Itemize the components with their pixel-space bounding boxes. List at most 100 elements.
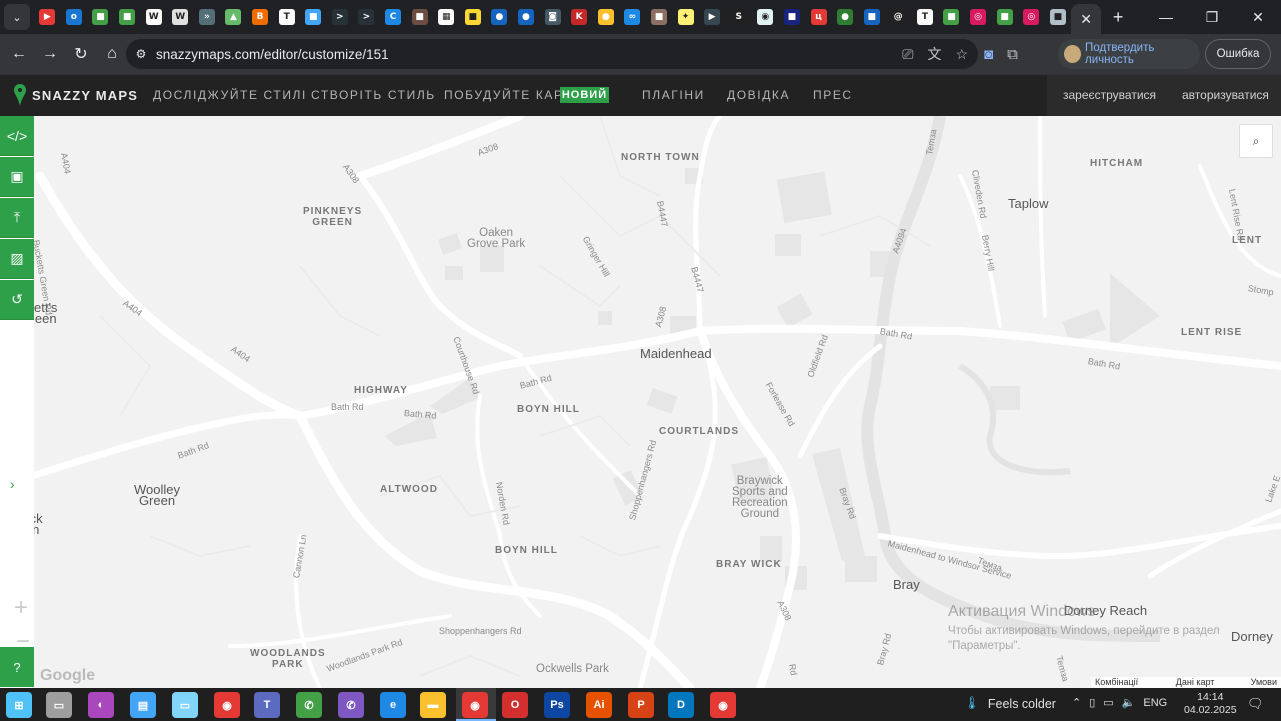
site-info-icon[interactable]: ⚙ — [126, 47, 156, 61]
nav-explore-styles[interactable]: ДОСЛІДЖУЙТЕ СТИЛІ — [153, 88, 307, 102]
extensions-puzzle-icon[interactable]: ⧉ — [1007, 46, 1018, 63]
pinned-tab[interactable]: T — [273, 4, 300, 30]
copilot-icon[interactable]: ◐ — [88, 692, 114, 718]
site-logo[interactable]: SNAZZY MAPS — [14, 84, 138, 106]
pinned-tab[interactable]: @ — [885, 4, 912, 30]
powerpoint-icon[interactable]: P — [628, 692, 654, 718]
clock[interactable]: 14:14 04.02.2025 — [1184, 691, 1237, 717]
pinned-tab[interactable]: ■ — [1045, 4, 1072, 30]
pinned-tab[interactable]: W — [140, 4, 167, 30]
nav-plugins[interactable]: ПЛАГІНИ — [642, 88, 705, 102]
register-link[interactable]: зареєструватися — [1063, 88, 1156, 102]
image-icon[interactable]: ▨ — [0, 239, 34, 279]
pinned-tab[interactable]: ■ — [87, 4, 114, 30]
pinned-tab[interactable]: ◎ — [965, 4, 992, 30]
reload-icon[interactable]: ↻ — [66, 39, 96, 69]
task-view-icon[interactable]: ▭ — [46, 692, 72, 718]
pinned-tab[interactable]: ■ — [300, 4, 327, 30]
pinned-tab[interactable]: ∞ — [619, 4, 646, 30]
sync-extension-icon[interactable]: ◙ — [984, 46, 993, 63]
pinned-tab[interactable]: ■ — [858, 4, 885, 30]
device-icon[interactable]: ▯ — [1089, 696, 1095, 709]
nav-press[interactable]: ПРЕС — [813, 88, 853, 102]
opera-icon[interactable]: O — [502, 692, 528, 718]
pinned-tab[interactable]: ■ — [991, 4, 1018, 30]
pinned-tab[interactable]: > — [353, 4, 380, 30]
nav-help[interactable]: ДОВІДКА — [727, 88, 790, 102]
pinned-tab[interactable]: ■ — [779, 4, 806, 30]
pinned-tab[interactable]: ■ — [938, 4, 965, 30]
notifications-icon[interactable]: 🗨 — [1247, 696, 1264, 712]
pinned-tab[interactable]: ✦ — [672, 4, 699, 30]
pinned-tab[interactable]: ▦ — [433, 4, 460, 30]
viber-icon[interactable]: ✆ — [338, 692, 364, 718]
nav-create-style[interactable]: СТВОРІТЬ СТИЛЬ — [311, 88, 436, 102]
folder-icon[interactable]: ▬ — [420, 692, 446, 718]
pinned-tab[interactable]: ■ — [646, 4, 673, 30]
forward-arrow-icon[interactable]: → — [35, 39, 65, 69]
pinned-tab[interactable]: ▶ — [699, 4, 726, 30]
edge-icon[interactable]: e — [380, 692, 406, 718]
pinned-tab[interactable]: o — [61, 4, 88, 30]
home-icon[interactable]: ⌂ — [97, 39, 127, 69]
pinned-tab[interactable]: > — [327, 4, 354, 30]
pinned-tab[interactable]: ■ — [460, 4, 487, 30]
reset-icon[interactable]: ↺ — [0, 280, 34, 320]
pinned-tab[interactable]: K — [566, 4, 593, 30]
login-link[interactable]: авторизуватися — [1182, 88, 1269, 102]
profile-button[interactable]: Подтвердить личность — [1058, 39, 1200, 69]
pinned-tab[interactable]: ■ — [406, 4, 433, 30]
pinned-tab[interactable]: ◎ — [1018, 4, 1045, 30]
new-tab-plus-icon[interactable]: + — [1105, 4, 1131, 30]
pinned-tab[interactable]: ◉ — [752, 4, 779, 30]
bookmark-star-icon[interactable]: ☆ — [955, 46, 968, 63]
pinned-tab[interactable]: ● — [592, 4, 619, 30]
battery-icon[interactable]: ▭ — [1103, 696, 1113, 709]
expand-panel-chevron-icon[interactable]: › — [10, 476, 15, 492]
language-indicator[interactable]: ENG — [1143, 697, 1167, 709]
back-arrow-icon[interactable]: ← — [4, 39, 34, 69]
pinned-tab[interactable]: ■ — [114, 4, 141, 30]
volume-icon[interactable]: 🔈 — [1122, 696, 1136, 709]
photoshop-icon[interactable]: Ps — [544, 692, 570, 718]
google-logo[interactable]: Google — [40, 667, 95, 685]
address-bar[interactable]: ⚙ snazzymaps.com/editor/customize/151 ⎚ … — [126, 39, 978, 69]
url-text[interactable]: snazzymaps.com/editor/customize/151 — [156, 47, 389, 62]
chrome-w-icon[interactable]: ◉ — [710, 692, 736, 718]
zoom-in-icon[interactable]: + — [14, 594, 28, 622]
pinned-tab[interactable]: ▲ — [220, 4, 247, 30]
d-app-icon[interactable]: D — [668, 692, 694, 718]
save-icon[interactable]: ▣ — [0, 157, 34, 197]
pc-icon[interactable]: ▭ — [172, 692, 198, 718]
pinned-tab[interactable]: ◙ — [539, 4, 566, 30]
pinned-tab[interactable]: ▶ — [34, 4, 61, 30]
install-app-icon[interactable]: ⎚ — [902, 46, 913, 63]
active-tab-close-icon[interactable]: ✕ — [1071, 4, 1102, 34]
pinned-tab[interactable]: » — [194, 4, 221, 30]
restore-icon[interactable]: ❐ — [1189, 0, 1235, 34]
pinned-tab[interactable]: ц — [805, 4, 832, 30]
teams-icon[interactable]: T — [254, 692, 280, 718]
help-icon[interactable]: ? — [0, 647, 34, 687]
weather-widget[interactable]: 🌡 Feels colder — [964, 696, 1056, 711]
tray-chevron-icon[interactable]: ⌃ — [1072, 696, 1081, 709]
network-icon[interactable]: ▤ — [130, 692, 156, 718]
pinned-tab[interactable]: B — [247, 4, 274, 30]
translate-icon[interactable]: 文 — [927, 44, 941, 64]
whatsapp-icon[interactable]: ✆ — [296, 692, 322, 718]
pinned-tab[interactable]: ● — [832, 4, 859, 30]
tab-search-chevron-icon[interactable]: ⌄ — [4, 4, 30, 30]
windows-start-icon[interactable]: ⊞ — [6, 692, 32, 718]
error-button[interactable]: Ошибка — [1205, 39, 1271, 69]
pinned-tab[interactable]: W — [167, 4, 194, 30]
map-search-icon[interactable]: ⌕ — [1239, 124, 1273, 158]
pinned-tab[interactable]: S — [725, 4, 752, 30]
pinned-tab[interactable]: ● — [513, 4, 540, 30]
pinned-tab[interactable]: C — [380, 4, 407, 30]
upload-icon[interactable]: ⤒ — [0, 198, 34, 238]
chrome-active-icon[interactable]: ◉ — [462, 692, 488, 718]
code-icon[interactable]: </> — [0, 116, 34, 156]
pinned-tab[interactable]: T — [912, 4, 939, 30]
minimize-icon[interactable]: — — [1143, 0, 1189, 34]
chrome-icon[interactable]: ◉ — [214, 692, 240, 718]
